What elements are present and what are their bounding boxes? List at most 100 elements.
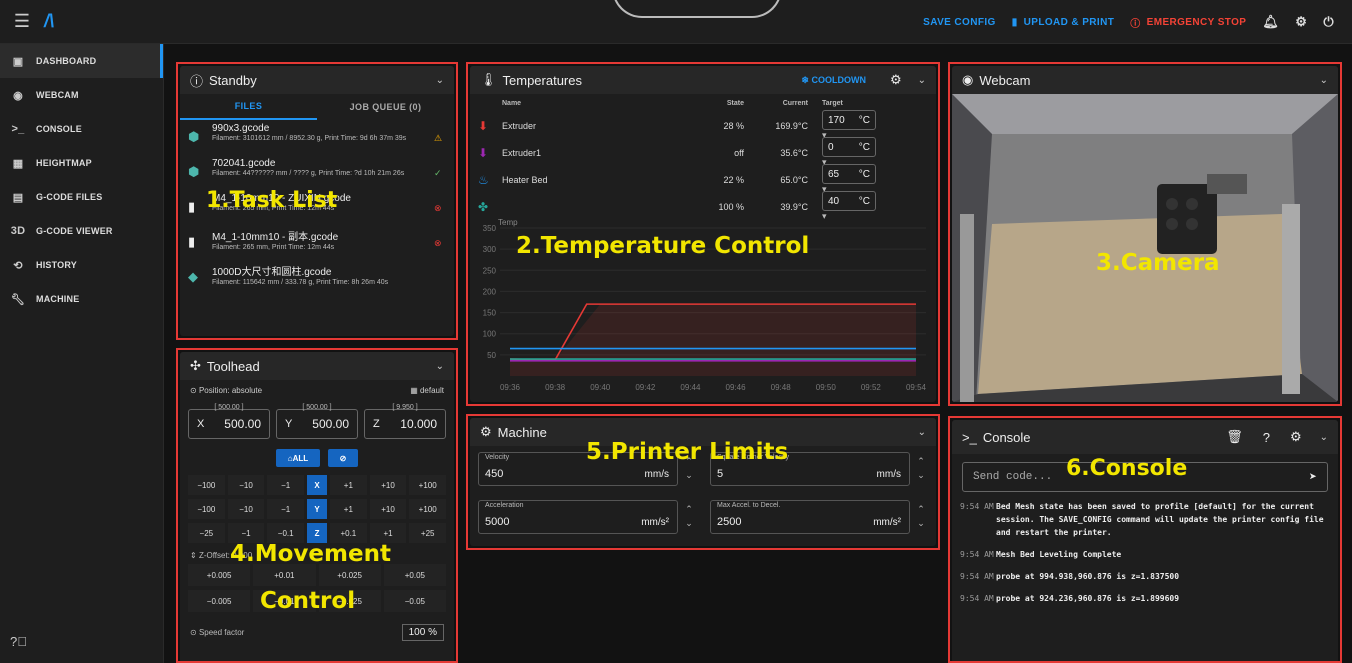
- jog-button[interactable]: +0.05: [383, 564, 446, 586]
- acceleration-stepper[interactable]: ⌃ ⌄: [682, 502, 696, 530]
- decel-stepper[interactable]: ⌃ ⌄: [914, 502, 928, 530]
- machine-card: ⚙ Machine ⌄ Velocity 450 mm/s ⌃ ⌄ Square …: [470, 418, 936, 546]
- x-tick-label: 09:52: [861, 383, 882, 392]
- scv-stepper[interactable]: ⌃ ⌄: [914, 454, 928, 482]
- console-input[interactable]: Send code... ➤: [962, 462, 1328, 492]
- jog-button[interactable]: −100: [188, 499, 225, 519]
- jog-button[interactable]: +10: [369, 499, 407, 519]
- jog-button[interactable]: −0.025: [318, 590, 381, 612]
- sidebar-item-console[interactable]: >_ CONSOLE: [0, 112, 163, 146]
- log-message: probe at 924.236,960.876 is z=1.899609: [996, 594, 1180, 603]
- hamburger-menu-icon[interactable]: ☰: [0, 11, 44, 32]
- trash-icon[interactable]: 🗑︎: [1226, 429, 1243, 445]
- sidebar-item-webcam[interactable]: ◉ WEBCAM: [0, 78, 163, 112]
- gear-icon[interactable]: ⚙: [1290, 429, 1302, 445]
- jog-button[interactable]: +1: [330, 475, 367, 495]
- chevron-down-icon[interactable]: ⌄: [1320, 432, 1328, 443]
- max-accel-to-decel-field[interactable]: Max Accel. to Decel. 2500 mm/s²: [710, 500, 910, 534]
- emergency-stop-button[interactable]: ⓘ EMERGENCY STOP: [1130, 15, 1246, 30]
- jog-button[interactable]: −10: [227, 499, 265, 519]
- x-tick-label: 09:54: [906, 383, 927, 392]
- z-offset-icon: ⇕: [190, 551, 199, 560]
- acceleration-field[interactable]: Acceleration 5000 mm/s²: [478, 500, 678, 534]
- velocity-label: Velocity: [485, 454, 510, 461]
- z-position-field[interactable]: [ 9.950 ] Z 10.000: [364, 404, 446, 439]
- speed-factor-value: 100: [408, 627, 426, 638]
- jog-button[interactable]: −10: [227, 475, 265, 495]
- sidebar-item-machine[interactable]: 🔧︎ MACHINE: [0, 282, 163, 316]
- target-temp-input[interactable]: 0 °C: [822, 137, 876, 157]
- file-row[interactable]: ⬢ 990x3.gcode Filament: 3101612 mm / 8952.…: [180, 120, 454, 155]
- jog-button[interactable]: +1: [369, 523, 407, 543]
- sidebar-item-gcode-viewer[interactable]: 3D G-CODE VIEWER: [0, 214, 163, 248]
- help-icon[interactable]: ?⃝: [10, 634, 27, 649]
- sidebar-item-heightmap[interactable]: ▦ HEIGHTMAP: [0, 146, 163, 180]
- jog-button[interactable]: +0.005: [188, 564, 251, 586]
- sidebar-item-label: CONSOLE: [36, 124, 82, 134]
- sidebar-item-history[interactable]: ⟲ HISTORY: [0, 248, 163, 282]
- jog-button[interactable]: +0.01: [253, 564, 316, 586]
- jog-button[interactable]: −1: [227, 523, 265, 543]
- target-temp-input[interactable]: 65 °C: [822, 164, 876, 184]
- jog-button[interactable]: −0.005: [188, 590, 251, 612]
- jog-button[interactable]: +0.025: [318, 564, 381, 586]
- file-row[interactable]: ▮ M4_1-10mm10 - 副本.gcode Filament: 265 mm,…: [180, 225, 454, 260]
- jog-button[interactable]: +10: [369, 475, 407, 495]
- power-icon[interactable]: ⏻: [1323, 14, 1334, 30]
- jog-z-row: −25 −1 −0.1 Z +0.1 +1 +25: [180, 523, 454, 543]
- help-icon[interactable]: ?: [1263, 430, 1270, 445]
- velocity-stepper[interactable]: ⌃ ⌄: [682, 454, 696, 482]
- jog-button[interactable]: +0.1: [330, 523, 367, 543]
- cooldown-label: COOLDOWN: [811, 74, 866, 85]
- file-meta: Filament: 115642 mm / 333.78 g, Print Ti…: [212, 279, 389, 286]
- heater-state: off: [734, 147, 744, 158]
- chevron-down-icon[interactable]: ⌄: [436, 361, 444, 372]
- x-tick-label: 09:42: [635, 383, 656, 392]
- sidebar-item-dashboard[interactable]: ▣ DASHBOARD: [0, 44, 163, 78]
- jog-button[interactable]: −0.05: [383, 590, 446, 612]
- file-row[interactable]: ⬢ 702041.gcode Filament: 44?????? mm / ???…: [180, 155, 454, 190]
- target-temp-input[interactable]: 40 °C: [822, 191, 876, 211]
- extruder-area: [510, 304, 916, 376]
- jog-button[interactable]: −25: [188, 523, 225, 543]
- file-row[interactable]: ◆ 1000D大尺寸和圆柱.gcode Filament: 115642 mm / …: [180, 260, 454, 295]
- gear-icon[interactable]: ⚙: [890, 72, 902, 88]
- jog-button[interactable]: −1: [267, 475, 305, 495]
- speed-factor-input[interactable]: 100 %: [401, 624, 444, 641]
- axis-label: Z: [307, 523, 328, 543]
- model-thumbnail-icon: ⬢: [188, 129, 200, 144]
- tab-job-queue[interactable]: JOB QUEUE (0): [317, 94, 454, 120]
- check-circle-icon: ✓: [434, 168, 442, 178]
- crosshair-icon: ⊙: [190, 386, 199, 395]
- chevron-down-icon[interactable]: ⌄: [1320, 75, 1328, 86]
- jog-button[interactable]: +25: [409, 523, 447, 543]
- sidebar-item-gcode-files[interactable]: ▤ G-CODE FILES: [0, 180, 163, 214]
- chevron-down-icon[interactable]: ⌄: [436, 75, 444, 86]
- profile-selector[interactable]: ▦ default: [410, 386, 444, 395]
- x-position-field[interactable]: [ 500.00 ] X 500.00: [188, 404, 270, 439]
- home-all-button[interactable]: ⌂ ALL: [276, 449, 320, 467]
- jog-button[interactable]: −0.01: [253, 590, 316, 612]
- jog-button[interactable]: +1: [330, 499, 367, 519]
- bell-icon[interactable]: 🔔︎: [1262, 14, 1279, 30]
- jog-button[interactable]: −1: [267, 499, 305, 519]
- send-icon[interactable]: ➤: [1309, 470, 1317, 485]
- velocity-field[interactable]: Velocity 450 mm/s: [478, 452, 678, 486]
- motors-off-button[interactable]: ⊘: [328, 449, 358, 467]
- file-row[interactable]: ▮ M4_1-10mm10 - ZUIXIN.gcode Filament: 265…: [180, 190, 454, 225]
- jog-button[interactable]: −0.1: [267, 523, 305, 543]
- y-position-field[interactable]: [ 500.00 ] Y 500.00: [276, 404, 358, 439]
- upload-print-button[interactable]: ▮ UPLOAD & PRINT: [1012, 17, 1115, 28]
- jog-button[interactable]: +100: [409, 475, 447, 495]
- speed-factor-label-wrap: ⊙ Speed factor: [190, 628, 244, 637]
- jog-button[interactable]: +100: [409, 499, 447, 519]
- save-config-button[interactable]: SAVE CONFIG: [923, 17, 996, 28]
- chevron-down-icon[interactable]: ⌄: [918, 75, 926, 86]
- jog-button[interactable]: −100: [188, 475, 225, 495]
- square-corner-velocity-field[interactable]: Square Corner Velocity 5 mm/s: [710, 452, 910, 486]
- chevron-down-icon[interactable]: ⌄: [918, 427, 926, 438]
- target-temp-input[interactable]: 170 °C: [822, 110, 876, 130]
- cooldown-button[interactable]: ❄ COOLDOWN: [801, 75, 866, 86]
- tab-files[interactable]: FILES: [180, 94, 317, 120]
- gears-icon[interactable]: ⚙: [1295, 14, 1307, 30]
